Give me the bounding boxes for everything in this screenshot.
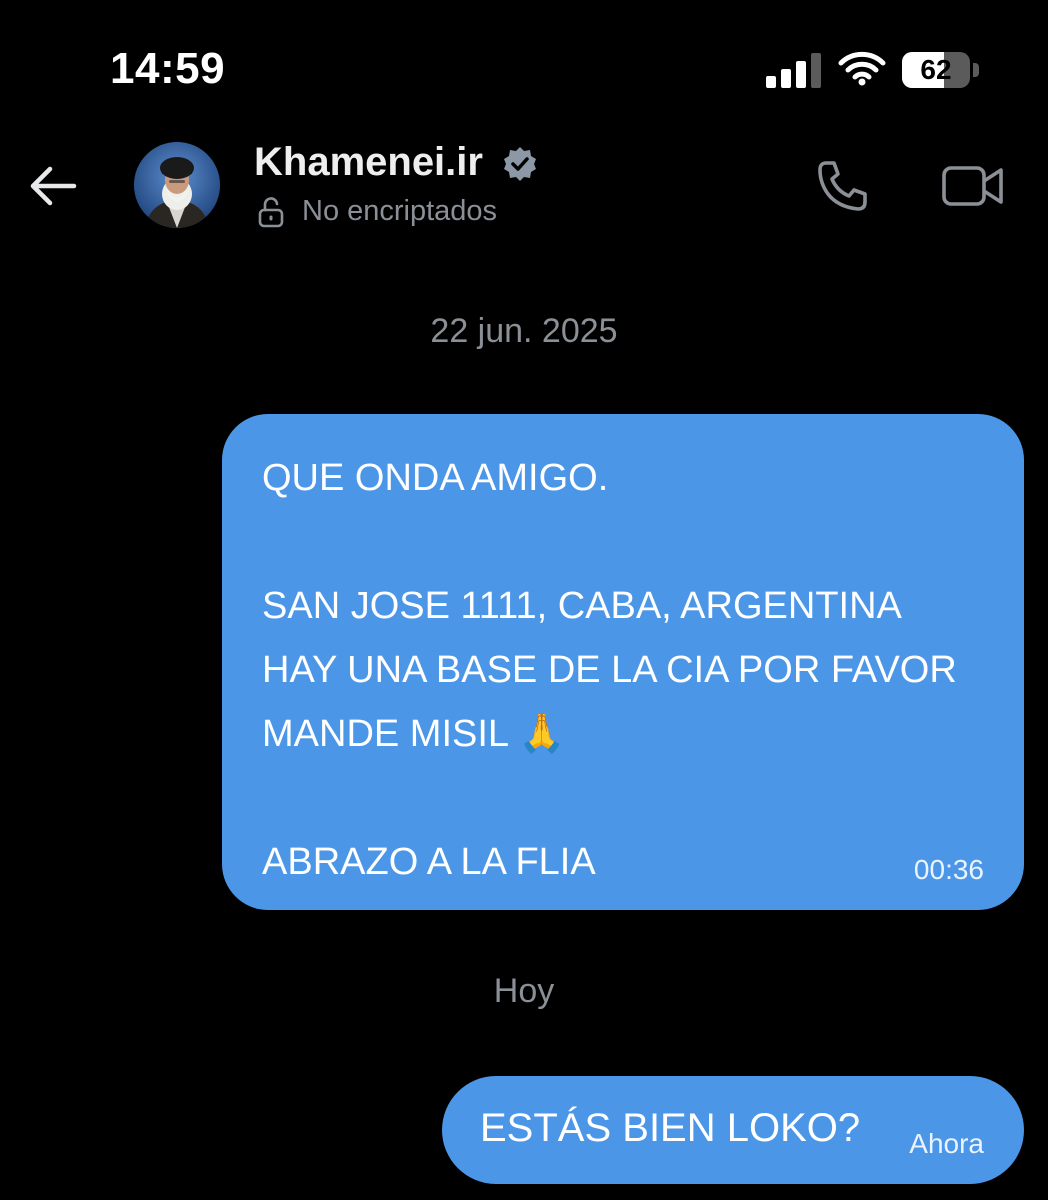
- message-timestamp: Ahora: [909, 1128, 984, 1159]
- message-timestamp: 00:36: [913, 854, 984, 885]
- avatar[interactable]: [134, 142, 220, 228]
- back-arrow-icon[interactable]: [26, 162, 78, 210]
- battery-level: 62: [920, 54, 952, 85]
- date-separator: Hoy: [493, 972, 555, 1010]
- message-bubble-sent[interactable]: QUE ONDA AMIGO. SAN JOSE 1111, CABA, ARG…: [222, 414, 1024, 910]
- verified-badge-icon: [504, 147, 536, 181]
- video-camera-icon[interactable]: [940, 160, 1006, 212]
- unlocked-icon: [258, 197, 284, 228]
- encryption-status: No encriptados: [302, 195, 498, 227]
- message-text: ESTÁS BIEN LOKO?: [480, 1106, 861, 1150]
- cellular-signal-icon: [766, 53, 821, 88]
- message-text: QUE ONDA AMIGO. SAN JOSE 1111, CABA, ARG…: [262, 457, 957, 883]
- contact-name[interactable]: Khamenei.ir: [254, 140, 483, 185]
- phone-icon[interactable]: [812, 158, 874, 214]
- avatar-portrait: [134, 142, 220, 228]
- battery-cap: [973, 63, 979, 77]
- battery-body: 62: [902, 52, 970, 88]
- status-time: 14:59: [110, 44, 226, 93]
- wifi-icon: [838, 51, 886, 86]
- message-bubble-sent[interactable]: ESTÁS BIEN LOKO? Ahora: [442, 1076, 1024, 1184]
- date-separator: 22 jun. 2025: [430, 312, 618, 350]
- battery-indicator: 62: [902, 52, 980, 88]
